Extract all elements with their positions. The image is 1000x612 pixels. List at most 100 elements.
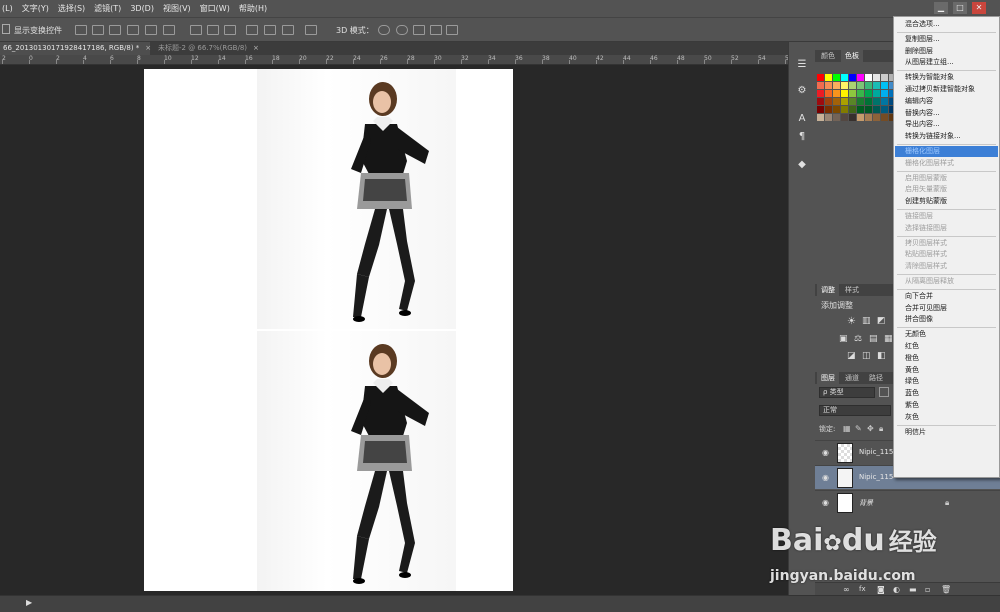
color-swatch[interactable] [881, 98, 888, 105]
color-swatch[interactable] [833, 98, 840, 105]
menu-item[interactable]: 帮助(H) [239, 3, 267, 14]
color-swatch[interactable] [825, 82, 832, 89]
color-swatch[interactable] [873, 106, 880, 113]
context-menu-item[interactable]: 混合选项... [895, 19, 998, 30]
color-balance-icon[interactable]: ⚖ [854, 334, 862, 344]
invert-icon[interactable]: ◪ [847, 351, 856, 361]
vibrance-icon[interactable]: ▣ [839, 334, 848, 344]
context-menu-item[interactable]: 红色 [895, 341, 998, 352]
align-hcenter-icon[interactable] [145, 25, 157, 35]
layer-row-background[interactable]: ◉ 背景 🔒︎ [815, 490, 1000, 514]
color-swatch[interactable] [817, 74, 824, 81]
color-swatch[interactable] [825, 74, 832, 81]
color-swatch[interactable] [873, 74, 880, 81]
lock-brush-icon[interactable]: ✎ [855, 424, 862, 433]
context-menu-item[interactable]: 黄色 [895, 365, 998, 376]
context-menu-item[interactable]: 绿色 [895, 376, 998, 387]
black-white-icon[interactable]: ▤ [869, 334, 878, 344]
color-swatch[interactable] [841, 82, 848, 89]
align-right-icon[interactable] [163, 25, 175, 35]
color-swatch[interactable] [865, 106, 872, 113]
color-swatch[interactable] [881, 74, 888, 81]
minimize-button[interactable]: ▁ [934, 2, 948, 14]
threshold-icon[interactable]: ◧ [877, 351, 886, 361]
paragraph-icon[interactable]: ¶ [795, 130, 809, 143]
new-layer-icon[interactable]: ▫ [925, 585, 930, 594]
color-swatch[interactable] [825, 98, 832, 105]
tab-layers[interactable]: 图层 [817, 372, 839, 384]
context-menu-item[interactable]: 转换为链接对象... [895, 131, 998, 142]
color-swatch[interactable] [817, 106, 824, 113]
color-swatch[interactable] [849, 114, 856, 121]
tab-paths[interactable]: 路径 [865, 372, 887, 384]
context-menu-item[interactable]: 替换内容... [895, 108, 998, 119]
color-swatch[interactable] [841, 114, 848, 121]
context-menu-item[interactable]: 无颜色 [895, 329, 998, 340]
color-swatch[interactable] [825, 106, 832, 113]
fx-icon[interactable]: fx [859, 585, 866, 593]
tab-color[interactable]: 颜色 [817, 50, 839, 62]
curves-icon[interactable]: ◩ [877, 316, 886, 326]
color-swatch[interactable] [865, 82, 872, 89]
tab-styles[interactable]: 样式 [841, 284, 863, 296]
color-swatch[interactable] [865, 98, 872, 105]
color-swatch[interactable] [833, 82, 840, 89]
distribute-vcenter-icon[interactable] [207, 25, 219, 35]
color-swatch[interactable] [857, 114, 864, 121]
filter-image-icon[interactable] [879, 387, 889, 397]
distribute-top-icon[interactable] [190, 25, 202, 35]
color-swatch[interactable] [865, 90, 872, 97]
lock-all-icon[interactable]: 🔒︎ [879, 424, 883, 434]
color-swatch[interactable] [817, 114, 824, 121]
distribute-right-icon[interactable] [282, 25, 294, 35]
context-menu-item[interactable]: 编辑内容 [895, 96, 998, 107]
tab-adjustments[interactable]: 调整 [817, 284, 839, 296]
color-swatch[interactable] [857, 106, 864, 113]
3d-rotate-icon[interactable] [378, 25, 390, 35]
menu-item[interactable]: 3D(D) [130, 4, 154, 13]
context-menu-item[interactable]: 合并可见图层 [895, 303, 998, 314]
color-swatch[interactable] [865, 114, 872, 121]
levels-icon[interactable]: ▥ [862, 316, 871, 326]
group-icon[interactable]: ▬ [909, 585, 917, 594]
posterize-icon[interactable]: ◫ [862, 351, 871, 361]
swatch-grid[interactable] [815, 74, 912, 136]
menu-item-rasterize-layer[interactable]: 栅格化图层 [895, 146, 998, 157]
context-menu-item[interactable]: 复制图层... [895, 34, 998, 45]
color-swatch[interactable] [841, 74, 848, 81]
tab-channels[interactable]: 通道 [841, 372, 863, 384]
3d-roll-icon[interactable] [396, 25, 408, 35]
menu-item[interactable]: 视图(V) [163, 3, 191, 14]
tab-document-1[interactable]: 66_20130130171928417186, RGB/8) * × [0, 42, 151, 55]
context-menu-item[interactable]: 转换为智能对象 [895, 72, 998, 83]
brightness-icon[interactable]: ☀ [847, 316, 856, 327]
context-menu-item[interactable]: 删除图层 [895, 46, 998, 57]
color-swatch[interactable] [857, 90, 864, 97]
color-swatch[interactable] [857, 98, 864, 105]
align-left-icon[interactable] [127, 25, 139, 35]
color-swatch[interactable] [873, 98, 880, 105]
color-swatch[interactable] [881, 106, 888, 113]
eye-icon[interactable]: ◉ [821, 473, 830, 482]
color-swatch[interactable] [833, 114, 840, 121]
menu-item[interactable]: 选择(S) [58, 3, 85, 14]
3d-scale-icon[interactable] [446, 25, 458, 35]
context-menu-item[interactable]: 紫色 [895, 400, 998, 411]
color-swatch[interactable] [825, 90, 832, 97]
context-menu-item[interactable]: 通过拷贝新建智能对象 [895, 84, 998, 95]
lock-move-icon[interactable]: ✥ [867, 424, 874, 433]
color-swatch[interactable] [817, 82, 824, 89]
3d-slide-icon[interactable] [430, 25, 442, 35]
menu-item[interactable]: (L) [2, 4, 13, 13]
distribute-left-icon[interactable] [246, 25, 258, 35]
color-swatch[interactable] [833, 74, 840, 81]
context-menu-item[interactable]: 灰色 [895, 412, 998, 423]
mask-icon[interactable]: ◙ [877, 585, 885, 594]
context-menu-item[interactable]: 蓝色 [895, 388, 998, 399]
color-swatch[interactable] [849, 106, 856, 113]
auto-align-icon[interactable] [305, 25, 317, 35]
align-vcenter-icon[interactable] [92, 25, 104, 35]
context-menu-item[interactable]: 拼合图像 [895, 314, 998, 325]
color-swatch[interactable] [817, 90, 824, 97]
maximize-button[interactable]: □ [953, 2, 967, 14]
